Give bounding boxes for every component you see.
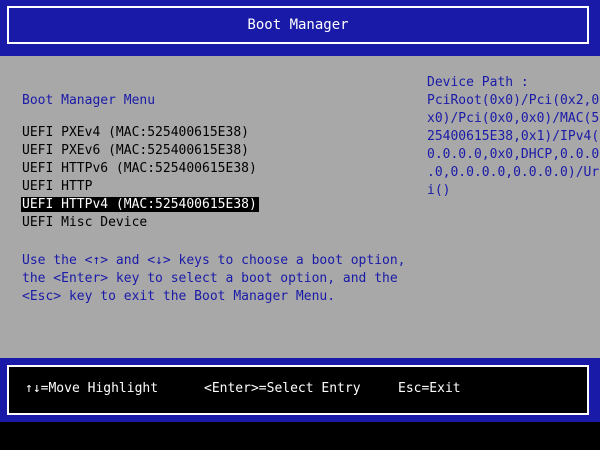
device-path-value: PciRoot(0x0)/Pci(0x2,0 <box>427 93 600 108</box>
help-text: Use the <↑> and <↓> keys to choose a boo… <box>22 252 406 306</box>
boot-option-list: UEFI PXEv4 (MAC:525400615E38) UEFI PXEv6… <box>21 124 259 232</box>
page-title: Boot Manager <box>247 17 349 33</box>
device-path-value: 25400615E38,0x1)/IPv4( <box>427 129 600 144</box>
key-hints-bar: ↑↓=Move Highlight <Enter>=Select Entry E… <box>7 365 589 415</box>
bottom-margin <box>0 422 600 450</box>
footer-band: ↑↓=Move Highlight <Enter>=Select Entry E… <box>0 358 600 422</box>
boot-option-httpv4-selected[interactable]: UEFI HTTPv4 (MAC:525400615E38) <box>21 196 259 214</box>
boot-option-label: UEFI HTTPv6 (MAC:525400615E38) <box>22 161 257 176</box>
exit-hint: Esc=Exit <box>398 381 461 396</box>
device-path-value: .0,0.0.0.0,0.0.0.0)/Ur <box>427 165 600 180</box>
boot-option-label: UEFI Misc Device <box>22 215 148 230</box>
move-highlight-hint: ↑↓=Move Highlight <box>25 381 159 396</box>
boot-option-label: UEFI HTTP <box>22 179 93 194</box>
boot-option-pxev4[interactable]: UEFI PXEv4 (MAC:525400615E38) <box>22 124 259 142</box>
help-line: Use the <↑> and <↓> keys to choose a boo… <box>22 253 406 268</box>
boot-option-label: UEFI PXEv6 (MAC:525400615E38) <box>22 143 249 158</box>
device-path-value: 0.0.0.0,0x0,DHCP,0.0.0 <box>427 147 600 162</box>
boot-option-pxev6[interactable]: UEFI PXEv6 (MAC:525400615E38) <box>22 142 259 160</box>
boot-option-misc-device[interactable]: UEFI Misc Device <box>22 214 259 232</box>
help-line: the <Enter> key to select a boot option,… <box>22 271 398 286</box>
device-path-label: Device Path : <box>427 75 529 90</box>
boot-option-httpv6[interactable]: UEFI HTTPv6 (MAC:525400615E38) <box>22 160 259 178</box>
device-path-value: x0)/Pci(0x0,0x0)/MAC(5 <box>427 111 600 126</box>
main-panel: Boot Manager Menu UEFI PXEv4 (MAC:525400… <box>0 56 600 358</box>
header-band: Boot Manager <box>0 0 600 56</box>
page-title-box: Boot Manager <box>7 6 589 44</box>
boot-option-label: UEFI PXEv4 (MAC:525400615E38) <box>22 125 249 140</box>
menu-heading: Boot Manager Menu <box>22 93 156 108</box>
help-line: <Esc> key to exit the Boot Manager Menu. <box>22 289 336 304</box>
boot-option-label: UEFI HTTPv4 (MAC:525400615E38) <box>21 197 259 212</box>
select-entry-hint: <Enter>=Select Entry <box>204 381 361 396</box>
device-path-panel: Device Path : PciRoot(0x0)/Pci(0x2,0 x0)… <box>427 74 599 200</box>
boot-option-http[interactable]: UEFI HTTP <box>22 178 259 196</box>
device-path-value: i() <box>427 183 451 198</box>
